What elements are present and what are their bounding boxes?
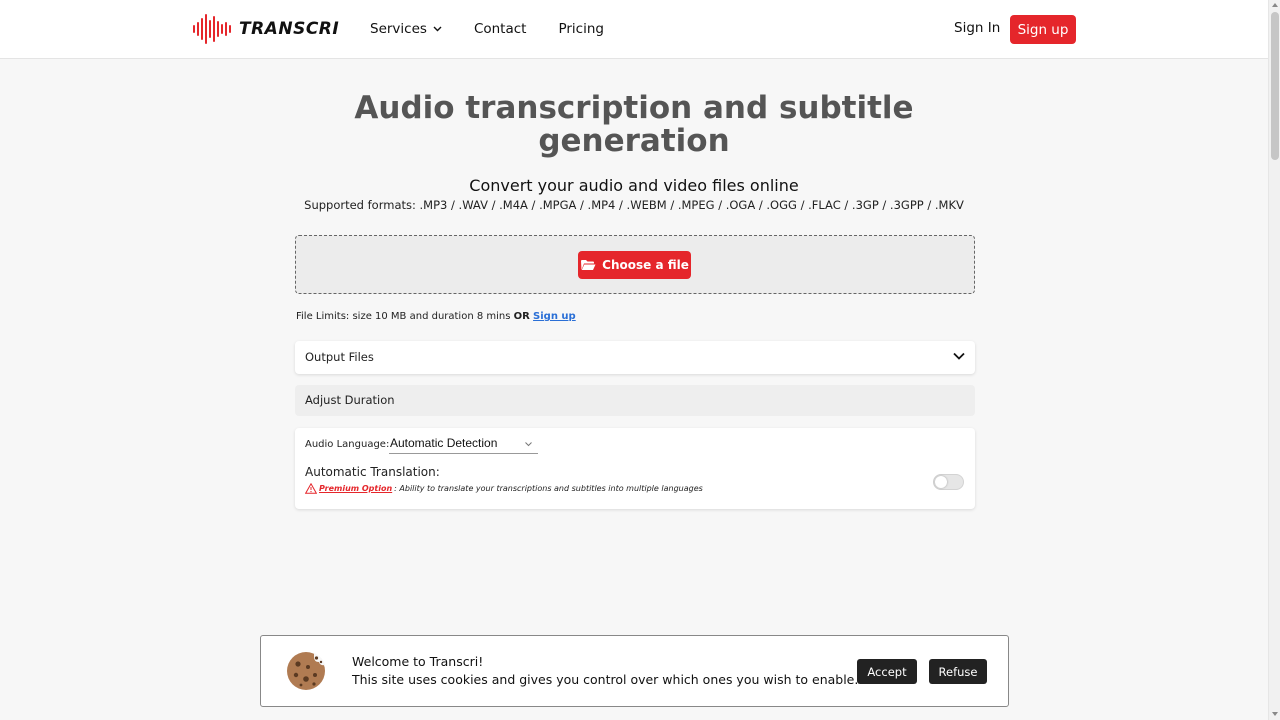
supported-formats: Supported formats: .MP3 / .WAV / .M4A / … [304,198,964,212]
scroll-thumb[interactable] [1271,12,1279,160]
nav-services[interactable]: Services [370,21,442,37]
page-title-line-1: Audio transcription and subtitle [354,90,914,126]
page-subtitle: Convert your audio and video files onlin… [469,176,799,195]
cookie-title: Welcome to Transcri! [352,654,484,669]
output-files-label: Output Files [305,350,374,364]
main-nav: Services Contact Pricing [370,0,636,58]
audio-language-value: Automatic Detection [390,436,498,450]
scroll-up-arrow-icon[interactable] [1272,3,1278,7]
page-title: Audio transcription and subtitle generat… [334,92,934,158]
output-files-accordion[interactable]: Output Files [295,341,975,374]
page-scrollbar[interactable] [1268,0,1280,720]
site-header: TRANSCRI Services Contact Pricing Sign I… [0,0,1268,59]
adjust-duration-panel[interactable]: Adjust Duration [295,385,975,416]
refuse-cookies-button[interactable]: Refuse [929,659,987,684]
waveform-logo-icon [193,14,231,44]
adjust-duration-label: Adjust Duration [305,393,395,407]
sign-in-link[interactable]: Sign In [954,20,1000,36]
cookie-banner: Welcome to Transcri! This site uses cook… [260,635,1009,707]
premium-option-note: Premium Option : Ability to translate yo… [305,483,703,494]
file-limits-text: File Limits: size 10 MB and duration 8 m… [296,311,511,322]
automatic-translation-label: Automatic Translation: [305,465,440,479]
file-limits-signup-link[interactable]: Sign up [533,311,576,322]
language-options-panel: Audio Language: Automatic Detection Auto… [295,428,975,509]
file-limits-or: OR [513,311,530,322]
warning-icon [305,483,317,494]
logo[interactable]: TRANSCRI [192,13,339,45]
premium-option-text: : Ability to translate your transcriptio… [394,484,703,493]
nav-services-label: Services [370,21,427,37]
audio-language-select[interactable]: Automatic Detection [389,436,538,454]
choose-file-button[interactable]: Choose a file [578,251,691,279]
file-dropzone[interactable]: Choose a file [295,235,975,294]
logo-text: TRANSCRI [239,19,340,39]
nav-pricing[interactable]: Pricing [558,21,604,37]
chevron-down-icon [525,442,532,447]
automatic-translation-toggle[interactable] [933,474,964,490]
page-title-line-2: generation [538,123,730,159]
accept-cookies-button[interactable]: Accept [857,659,917,684]
chevron-down-icon [433,26,442,32]
file-limits: File Limits: size 10 MB and duration 8 m… [296,311,576,322]
scroll-down-arrow-icon[interactable] [1272,712,1278,716]
cookie-text: This site uses cookies and gives you con… [352,672,859,687]
choose-file-label: Choose a file [602,258,689,272]
toggle-knob [935,476,947,488]
premium-option-link[interactable]: Premium Option [319,484,392,493]
audio-language-label: Audio Language: [305,439,390,450]
folder-open-icon [581,260,596,270]
nav-contact[interactable]: Contact [474,21,527,37]
cookie-icon [287,652,325,690]
sign-up-button[interactable]: Sign up [1010,15,1076,44]
chevron-down-icon [953,352,965,360]
